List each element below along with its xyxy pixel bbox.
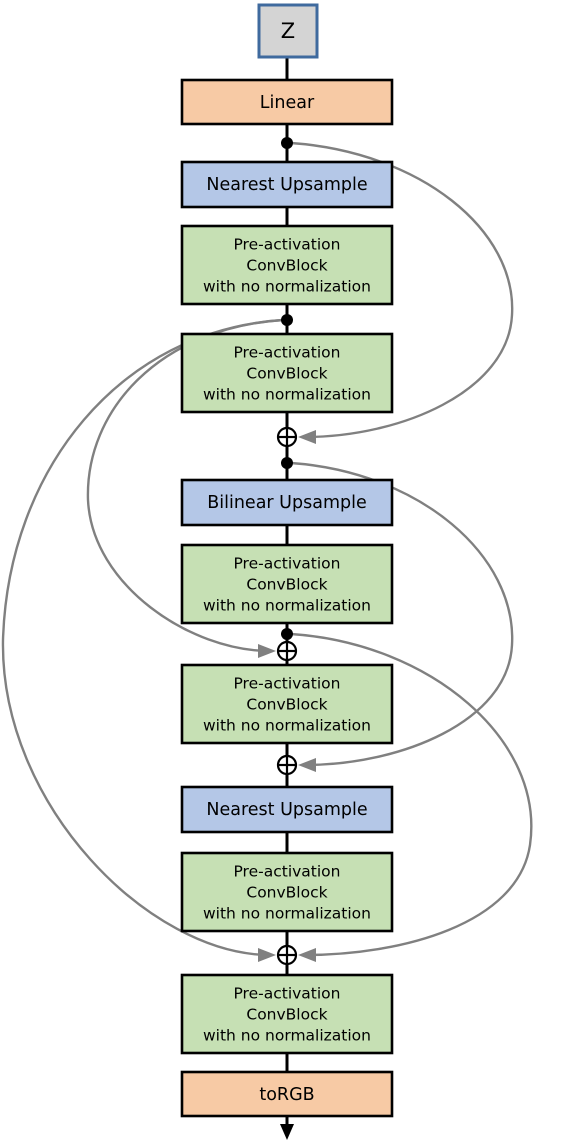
node-conv6-line3: with no normalization xyxy=(203,1027,371,1045)
node-conv5[interactable]: Pre-activation ConvBlock with no normali… xyxy=(180,851,394,933)
skip-sum1-to-sum3-arrowhead xyxy=(298,758,316,772)
node-conv5-line3: with no normalization xyxy=(203,905,371,923)
node-conv2-line3: with no normalization xyxy=(203,386,371,404)
node-linear[interactable]: Linear xyxy=(180,78,394,126)
skip-linear-to-sum1-arrowhead xyxy=(298,430,316,444)
branch-conv1-out-dot xyxy=(281,314,293,326)
output-arrowhead xyxy=(280,1124,294,1140)
branch-sum1-out-dot xyxy=(281,457,293,469)
node-conv1-line2: ConvBlock xyxy=(246,257,327,275)
node-conv5-line1: Pre-activation xyxy=(233,863,340,881)
node-torgb[interactable]: toRGB xyxy=(180,1070,394,1118)
node-conv4-line3: with no normalization xyxy=(203,717,371,735)
skip-conv1-to-sum2-arrowhead xyxy=(258,644,276,658)
node-linear-label: Linear xyxy=(260,93,315,113)
node-conv4[interactable]: Pre-activation ConvBlock with no normali… xyxy=(180,663,394,745)
skip-conv1-to-sum4-arrowhead xyxy=(258,948,276,962)
node-conv2-line1: Pre-activation xyxy=(233,344,340,362)
node-conv4-line2: ConvBlock xyxy=(246,696,327,714)
node-latent-label: Z xyxy=(281,19,295,43)
sum-node-3 xyxy=(276,754,298,776)
node-conv6-line2: ConvBlock xyxy=(246,1006,327,1024)
node-conv3-line1: Pre-activation xyxy=(233,555,340,573)
node-upsample1[interactable]: Nearest Upsample xyxy=(180,160,394,209)
sum-node-1 xyxy=(276,426,298,448)
node-conv5-line2: ConvBlock xyxy=(246,884,327,902)
branch-linear-out-dot xyxy=(281,137,293,149)
node-upsample1-label: Nearest Upsample xyxy=(206,175,367,195)
node-upsample3-label: Nearest Upsample xyxy=(206,800,367,820)
node-conv4-line1: Pre-activation xyxy=(233,675,340,693)
node-conv6-line1: Pre-activation xyxy=(233,985,340,1003)
node-conv3[interactable]: Pre-activation ConvBlock with no normali… xyxy=(180,543,394,625)
node-conv2[interactable]: Pre-activation ConvBlock with no normali… xyxy=(180,332,394,414)
sum-node-2 xyxy=(276,640,298,662)
node-conv1-line1: Pre-activation xyxy=(233,236,340,254)
sum-node-4 xyxy=(276,944,298,966)
branch-conv3-out-dot xyxy=(281,628,293,640)
node-upsample2-label: Bilinear Upsample xyxy=(207,493,366,513)
node-conv6[interactable]: Pre-activation ConvBlock with no normali… xyxy=(180,973,394,1055)
node-conv3-line3: with no normalization xyxy=(203,597,371,615)
node-torgb-label: toRGB xyxy=(259,1085,314,1105)
node-conv1-line3: with no normalization xyxy=(203,278,371,296)
node-upsample2[interactable]: Bilinear Upsample xyxy=(180,478,394,527)
node-conv1[interactable]: Pre-activation ConvBlock with no normali… xyxy=(180,224,394,306)
skip-conv3-to-sum4-arrowhead xyxy=(298,948,316,962)
node-conv3-line2: ConvBlock xyxy=(246,576,327,594)
node-upsample3[interactable]: Nearest Upsample xyxy=(180,785,394,834)
node-latent[interactable]: Z xyxy=(257,3,319,59)
node-conv2-line2: ConvBlock xyxy=(246,365,327,383)
architecture-diagram: Z Linear Nearest Upsample Pre-activation… xyxy=(0,0,564,1142)
flow-canvas: Z Linear Nearest Upsample Pre-activation… xyxy=(1,3,533,1140)
